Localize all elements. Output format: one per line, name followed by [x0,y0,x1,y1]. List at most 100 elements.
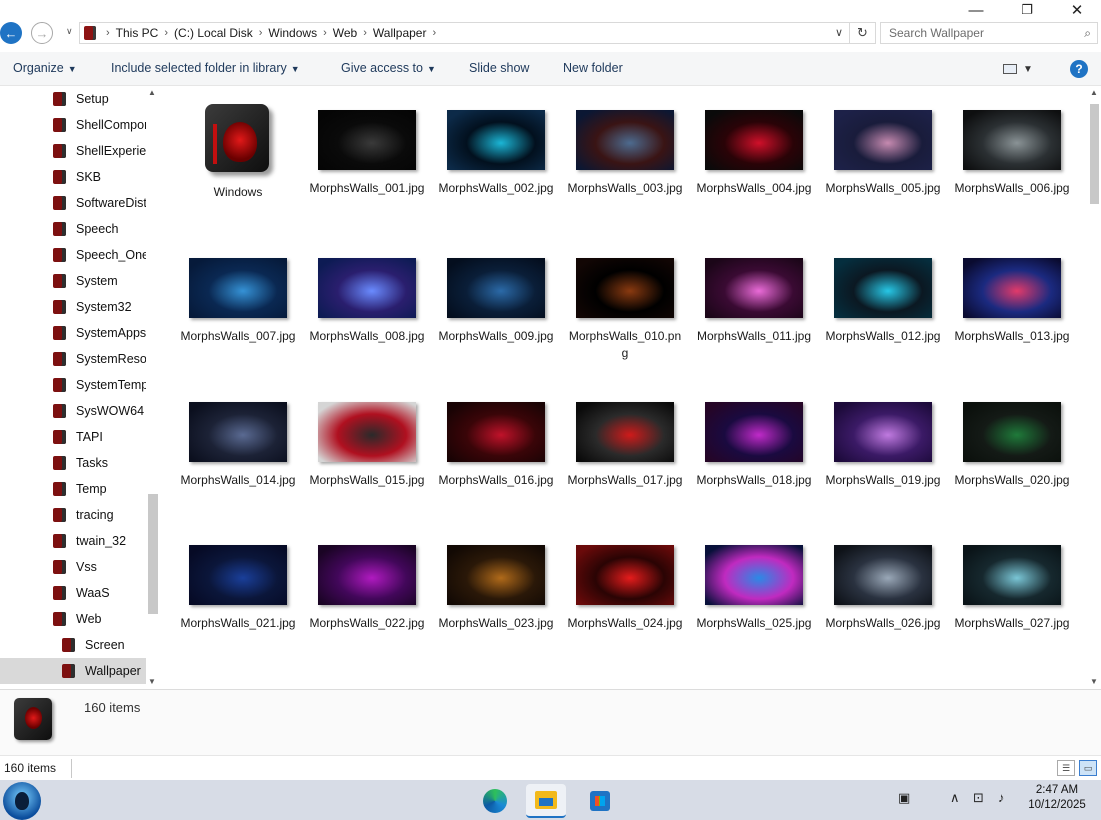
help-button[interactable]: ? [1070,60,1088,78]
file-item[interactable]: MorphsWalls_017.jpg [565,390,685,489]
volume-muted-icon[interactable]: ♪ [998,790,1005,805]
change-view-button[interactable]: ▼ [1003,61,1043,77]
chevron-right-icon[interactable]: › [323,27,327,39]
forward-button[interactable]: → [31,22,53,44]
address-bar[interactable]: › This PC › (C:) Local Disk › Windows › … [79,22,850,44]
file-item[interactable]: MorphsWalls_004.jpg [694,98,814,197]
back-button[interactable]: ← [0,22,22,44]
nav-item-systemapps[interactable]: SystemApps [0,320,146,346]
file-item[interactable]: MorphsWalls_010.png [565,246,685,362]
file-item[interactable]: MorphsWalls_011.jpg [694,246,814,345]
taskbar-store[interactable] [580,784,620,818]
nav-item-syswow64[interactable]: SysWOW64 [0,398,146,424]
file-item[interactable]: MorphsWalls_001.jpg [307,98,427,197]
nav-item-tracing[interactable]: tracing [0,502,146,528]
nav-item-label: SystemApps [76,326,146,340]
nav-item-waas[interactable]: WaaS [0,580,146,606]
nav-item-systemresources[interactable]: SystemResources [0,346,146,372]
file-item[interactable]: MorphsWalls_002.jpg [436,98,556,197]
nav-item-speech[interactable]: Speech [0,216,146,242]
file-item[interactable]: MorphsWalls_024.jpg [565,533,685,632]
file-item[interactable]: MorphsWalls_027.jpg [952,533,1072,632]
nav-item-tasks[interactable]: Tasks [0,450,146,476]
nav-item-vss[interactable]: Vss [0,554,146,580]
restore-button[interactable]: ❐ [1004,0,1050,20]
minimize-button[interactable]: — [953,0,999,20]
nav-item-web[interactable]: Web [0,606,146,632]
details-view-button[interactable]: ☰ [1057,760,1075,776]
chevron-right-icon[interactable]: › [363,27,367,39]
file-item[interactable]: MorphsWalls_018.jpg [694,390,814,489]
file-item[interactable]: MorphsWalls_013.jpg [952,246,1072,345]
content-scrollbar[interactable]: ▲ ▼ [1087,86,1101,689]
folder-item[interactable]: Windows [178,98,298,201]
file-item[interactable]: MorphsWalls_026.jpg [823,533,943,632]
breadcrumb-this-pc[interactable]: This PC [116,26,159,40]
nav-item-wallpaper[interactable]: Wallpaper [0,658,146,684]
nav-item-speech-onecore[interactable]: Speech_OneCore [0,242,146,268]
thumbnail-frame [436,98,556,170]
file-item[interactable]: MorphsWalls_016.jpg [436,390,556,489]
nav-item-tapi[interactable]: TAPI [0,424,146,450]
nav-item-softwaredistribution[interactable]: SoftwareDistribution [0,190,146,216]
file-item[interactable]: MorphsWalls_020.jpg [952,390,1072,489]
nav-item-skb[interactable]: SKB [0,164,146,190]
file-item[interactable]: MorphsWalls_006.jpg [952,98,1072,197]
nav-item-system[interactable]: System [0,268,146,294]
nav-scrollbar[interactable]: ▲ ▼ [146,86,160,689]
breadcrumb-web[interactable]: Web [333,26,357,40]
include-in-library-button[interactable]: Include selected folder in library ▼ [111,61,300,75]
file-item[interactable]: MorphsWalls_007.jpg [178,246,298,345]
scroll-down-icon[interactable]: ▼ [148,677,156,686]
breadcrumb-local-disk[interactable]: (C:) Local Disk [174,26,253,40]
nav-item-shellexperiences[interactable]: ShellExperiences [0,138,146,164]
file-item[interactable]: MorphsWalls_012.jpg [823,246,943,345]
file-item[interactable]: MorphsWalls_005.jpg [823,98,943,197]
file-item[interactable]: MorphsWalls_009.jpg [436,246,556,345]
file-item[interactable]: MorphsWalls_015.jpg [307,390,427,489]
clock[interactable]: 2:47 AM 10/12/2025 [1022,783,1092,813]
file-item[interactable]: MorphsWalls_023.jpg [436,533,556,632]
chevron-right-icon[interactable]: › [259,27,263,39]
nav-item-setup[interactable]: Setup [0,86,146,112]
give-access-button[interactable]: Give access to ▼ [341,61,436,75]
file-item[interactable]: MorphsWalls_019.jpg [823,390,943,489]
close-button[interactable]: ✕ [1054,0,1100,20]
breadcrumb-windows[interactable]: Windows [268,26,317,40]
scroll-down-icon[interactable]: ▼ [1090,677,1098,686]
nav-item-shellcomponents[interactable]: ShellComponents [0,112,146,138]
nav-item-screen[interactable]: Screen [0,632,146,658]
breadcrumb-wallpaper[interactable]: Wallpaper [373,26,427,40]
content-scrollbar-thumb[interactable] [1090,104,1099,204]
start-button[interactable] [3,782,41,820]
file-item[interactable]: MorphsWalls_025.jpg [694,533,814,632]
new-folder-button[interactable]: New folder [563,61,623,75]
organize-button[interactable]: Organize ▼ [13,61,77,75]
address-dropdown-icon[interactable]: ∨ [835,26,843,39]
nav-scrollbar-thumb[interactable] [148,494,158,614]
file-item[interactable]: MorphsWalls_008.jpg [307,246,427,345]
file-item[interactable]: MorphsWalls_021.jpg [178,533,298,632]
taskbar-file-explorer[interactable] [526,784,566,818]
nav-item-system32[interactable]: System32 [0,294,146,320]
slideshow-button[interactable]: Slide show [469,61,529,75]
show-hidden-icons-icon[interactable]: ∧ [950,790,960,806]
nav-item-twain-32[interactable]: twain_32 [0,528,146,554]
chevron-right-icon[interactable]: › [432,27,436,39]
file-item[interactable]: MorphsWalls_022.jpg [307,533,427,632]
search-input[interactable]: Search Wallpaper ⌕ [880,22,1098,44]
large-icons-view-button[interactable]: ▭ [1079,760,1097,776]
file-item[interactable]: MorphsWalls_014.jpg [178,390,298,489]
news-widget-icon[interactable]: ▣ [898,790,910,806]
file-item[interactable]: MorphsWalls_003.jpg [565,98,685,197]
scroll-up-icon[interactable]: ▲ [1090,88,1098,97]
refresh-button[interactable]: ↻ [850,22,876,44]
recent-locations-button[interactable]: ∨ [66,26,73,37]
nav-item-temp[interactable]: Temp [0,476,146,502]
thumbnail-frame [436,533,556,605]
network-icon[interactable]: ⊡ [973,790,984,806]
scroll-up-icon[interactable]: ▲ [148,88,156,97]
chevron-right-icon[interactable]: › [164,27,168,39]
nav-item-systemtemp[interactable]: SystemTemp [0,372,146,398]
taskbar-edge[interactable] [475,784,515,818]
